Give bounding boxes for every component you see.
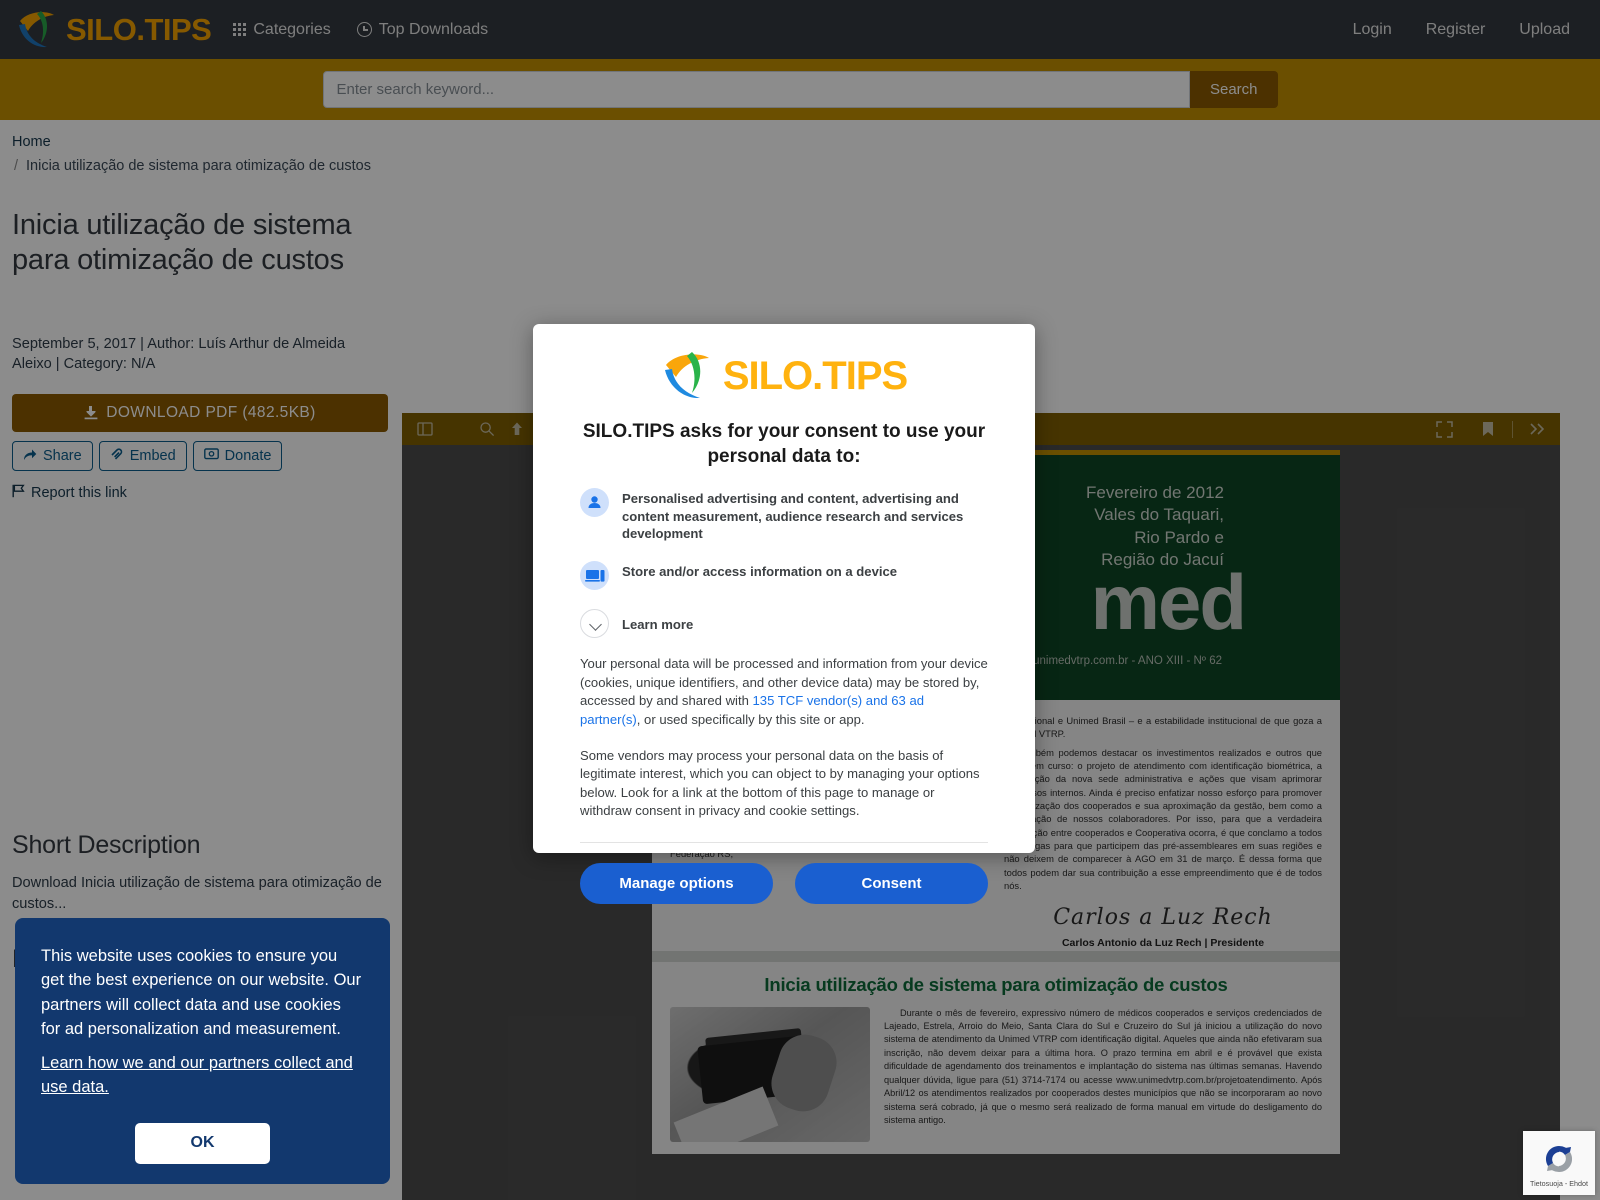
chevron-down-icon[interactable] [580, 609, 609, 639]
modal-actions: Manage options Consent [580, 862, 988, 904]
silo-tips-logo-icon-modal [661, 350, 719, 402]
person-icon [580, 488, 609, 518]
modal-logo-text: SILO.TIPS [722, 353, 908, 398]
modal-logo: SILO.TIPS [580, 350, 988, 402]
page-root: SILO.TIPS Categories Top Downloads Login… [0, 0, 1600, 1200]
consent-p1-after: , or used specifically by this site or a… [636, 711, 865, 727]
devices-icon [580, 561, 609, 591]
cookie-banner: This website uses cookies to ensure you … [15, 918, 390, 1184]
consent-modal: SILO.TIPS SILO.TIPS asks for your consen… [533, 324, 1035, 904]
manage-options-button[interactable]: Manage options [580, 862, 773, 904]
consent-paragraph-1: Your personal data will be processed and… [580, 655, 988, 729]
purpose-item-2: Store and/or access information on a dev… [580, 561, 988, 591]
cookie-ok-button[interactable]: OK [135, 1122, 270, 1164]
recaptcha-text: Tietosuoja - Ehdot [1529, 1179, 1589, 1188]
recaptcha-badge[interactable]: Tietosuoja - Ehdot [1523, 1131, 1595, 1195]
consent-heading: SILO.TIPS asks for your consent to use y… [582, 421, 986, 467]
cookie-learn-more-link[interactable]: Learn how we and our partners collect an… [41, 1051, 364, 1100]
consent-button[interactable]: Consent [795, 862, 988, 904]
modal-divider [580, 841, 988, 843]
consent-paragraph-2: Some vendors may process your personal d… [580, 747, 980, 819]
recaptcha-icon [1542, 1142, 1576, 1176]
learn-more-row[interactable]: Learn more [580, 609, 988, 639]
purpose-1-text: Personalised advertising and content, ad… [622, 491, 964, 541]
purpose-2-text: Store and/or access information on a dev… [622, 564, 898, 580]
cookie-banner-text: This website uses cookies to ensure you … [41, 947, 362, 1038]
learn-more-label: Learn more [622, 617, 694, 633]
purpose-item-1: Personalised advertising and content, ad… [580, 488, 988, 542]
